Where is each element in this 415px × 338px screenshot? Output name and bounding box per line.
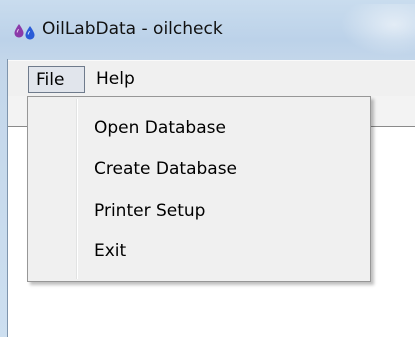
menu-item-printer-setup[interactable]: Printer Setup (30, 193, 368, 229)
file-menu-dropdown: Open Database Create Database Printer Se… (27, 96, 371, 282)
menu-bar: File Help (8, 60, 415, 97)
menu-item-open-database[interactable]: Open Database (30, 110, 368, 146)
menu-item-create-database[interactable]: Create Database (30, 151, 368, 187)
menu-file[interactable]: File (28, 66, 85, 93)
menu-item-exit[interactable]: Exit (30, 233, 368, 269)
title-glass-highlight (340, 4, 415, 56)
menu-help[interactable]: Help (88, 66, 152, 93)
frame-inner-edge (7, 59, 8, 337)
title-bar[interactable]: OilLabData - oilcheck (0, 0, 415, 60)
window-title: OilLabData - oilcheck (42, 19, 223, 39)
oil-drops-icon (13, 22, 37, 40)
